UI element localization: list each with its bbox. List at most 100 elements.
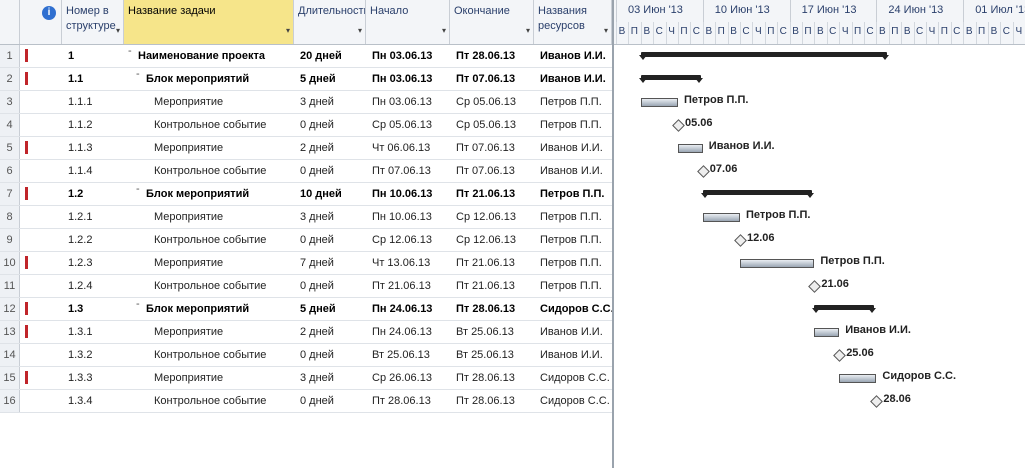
finish-cell[interactable]: Пт 07.06.13 <box>450 68 534 90</box>
res-cell[interactable]: Иванов И.И. <box>534 45 612 67</box>
start-cell[interactable]: Пн 24.06.13 <box>366 321 450 343</box>
milestone-diamond[interactable] <box>833 349 847 362</box>
task-name-cell[interactable]: Контрольное событие <box>124 275 294 297</box>
summary-bar[interactable] <box>638 75 703 83</box>
res-cell[interactable]: Иванов И.И. <box>534 344 612 366</box>
table-row[interactable]: 15 1.3.3 Мероприятие 3 дней Ср 26.06.13 Пт 28… <box>0 367 612 390</box>
dur-cell[interactable]: 0 дней <box>294 229 366 251</box>
res-cell[interactable]: Иванов И.И. <box>534 68 612 90</box>
wbs-cell[interactable]: 1.1.4 <box>62 160 124 182</box>
wbs-cell[interactable]: 1.3.2 <box>62 344 124 366</box>
start-cell[interactable]: Пн 10.06.13 <box>366 206 450 228</box>
row-number[interactable]: 2 <box>0 68 20 90</box>
wbs-cell[interactable]: 1.2.3 <box>62 252 124 274</box>
task-name-cell[interactable]: Мероприятие <box>124 321 294 343</box>
res-cell[interactable]: Петров П.П. <box>534 183 612 205</box>
dur-cell[interactable]: 2 дней <box>294 321 366 343</box>
table-row[interactable]: 16 1.3.4 Контрольное событие 0 дней Пт 28.06… <box>0 390 612 413</box>
dur-cell[interactable]: 5 дней <box>294 298 366 320</box>
res-cell[interactable]: Сидоров С.С. <box>534 367 612 389</box>
table-row[interactable]: 7 1.2 Блок мероприятий -10 дней Пн 10.06.13 П… <box>0 183 612 206</box>
milestone-diamond[interactable] <box>808 280 822 293</box>
start-cell[interactable]: Пн 03.06.13 <box>366 91 450 113</box>
res-cell[interactable]: Петров П.П. <box>534 206 612 228</box>
finish-cell[interactable]: Ср 12.06.13 <box>450 229 534 251</box>
dur-cell[interactable]: 3 дней <box>294 367 366 389</box>
finish-cell[interactable]: Пт 21.06.13 <box>450 252 534 274</box>
task-name-cell[interactable]: Контрольное событие <box>124 114 294 136</box>
wbs-cell[interactable]: 1.2.1 <box>62 206 124 228</box>
wbs-cell[interactable]: 1.1.1 <box>62 91 124 113</box>
start-cell[interactable]: Вт 25.06.13 <box>366 344 450 366</box>
finish-cell[interactable]: Вт 25.06.13 <box>450 321 534 343</box>
task-name-cell[interactable]: Мероприятие <box>124 91 294 113</box>
table-row[interactable]: 5 1.1.3 Мероприятие 2 дней Чт 06.06.13 Пт 07.… <box>0 137 612 160</box>
res-cell[interactable]: Иванов И.И. <box>534 137 612 159</box>
chevron-down-icon[interactable]: ▾ <box>526 23 530 38</box>
column-header-finish[interactable]: Окончание ▾ <box>450 0 534 44</box>
summary-bar[interactable] <box>812 305 877 313</box>
finish-cell[interactable]: Пт 07.06.13 <box>450 160 534 182</box>
row-number[interactable]: 3 <box>0 91 20 113</box>
collapse-icon[interactable]: - <box>128 45 132 57</box>
table-row[interactable]: 6 1.1.4 Контрольное событие 0 дней Пт 07.06.… <box>0 160 612 183</box>
res-cell[interactable]: Сидоров С.С. <box>534 298 612 320</box>
wbs-cell[interactable]: 1.3 <box>62 298 124 320</box>
table-row[interactable]: 9 1.2.2 Контрольное событие 0 дней Ср 12.06.… <box>0 229 612 252</box>
wbs-cell[interactable]: 1.1 <box>62 68 124 90</box>
row-number[interactable]: 4 <box>0 114 20 136</box>
collapse-icon[interactable]: - <box>136 298 140 310</box>
finish-cell[interactable]: Пт 28.06.13 <box>450 298 534 320</box>
row-number[interactable]: 9 <box>0 229 20 251</box>
dur-cell[interactable]: 0 дней <box>294 344 366 366</box>
row-number[interactable]: 14 <box>0 344 20 366</box>
task-bar[interactable] <box>678 144 703 153</box>
task-name-cell[interactable]: Блок мероприятий <box>124 68 294 90</box>
wbs-cell[interactable]: 1.2.2 <box>62 229 124 251</box>
dur-cell[interactable]: 0 дней <box>294 160 366 182</box>
collapse-icon[interactable]: - <box>136 68 140 80</box>
chevron-down-icon[interactable]: ▾ <box>116 23 120 38</box>
dur-cell[interactable]: 3 дней <box>294 91 366 113</box>
task-name-cell[interactable]: Мероприятие <box>124 206 294 228</box>
row-number-header[interactable] <box>0 0 20 44</box>
column-header-wbs[interactable]: Номер в структуре ▾ <box>62 0 124 44</box>
table-row[interactable]: 2 1.1 Блок мероприятий - 5 дней Пн 03.06.13 Пт… <box>0 68 612 91</box>
indicators-header[interactable]: i <box>20 0 62 44</box>
row-number[interactable]: 16 <box>0 390 20 412</box>
finish-cell[interactable]: Ср 05.06.13 <box>450 114 534 136</box>
table-row[interactable]: 11 1.2.4 Контрольное событие 0 дней Пт 21.06… <box>0 275 612 298</box>
task-bar[interactable] <box>640 98 678 107</box>
column-header-duration[interactable]: Длительность ▾ <box>294 0 366 44</box>
row-number[interactable]: 15 <box>0 367 20 389</box>
row-number[interactable]: 6 <box>0 160 20 182</box>
dur-cell[interactable]: 2 дней <box>294 137 366 159</box>
task-bar[interactable] <box>702 213 740 222</box>
finish-cell[interactable]: Пт 21.06.13 <box>450 275 534 297</box>
task-name-cell[interactable]: Блок мероприятий <box>124 298 294 320</box>
start-cell[interactable]: Пт 07.06.13 <box>366 160 450 182</box>
res-cell[interactable]: Иванов И.И. <box>534 321 612 343</box>
wbs-cell[interactable]: 1.3.4 <box>62 390 124 412</box>
summary-bar[interactable] <box>700 190 814 198</box>
dur-cell[interactable]: 0 дней <box>294 390 366 412</box>
start-cell[interactable]: Пн 03.06.13 <box>366 68 450 90</box>
table-row[interactable]: 3 1.1.1 Мероприятие 3 дней Пн 03.06.13 Ср 05.… <box>0 91 612 114</box>
dur-cell[interactable]: 3 дней <box>294 206 366 228</box>
row-number[interactable]: 8 <box>0 206 20 228</box>
task-name-cell[interactable]: Контрольное событие <box>124 229 294 251</box>
task-bar[interactable] <box>814 328 840 337</box>
row-number[interactable]: 11 <box>0 275 20 297</box>
finish-cell[interactable]: Пт 07.06.13 <box>450 137 534 159</box>
table-row[interactable]: 13 1.3.1 Мероприятие 2 дней Пн 24.06.13 Вт 25… <box>0 321 612 344</box>
column-header-resources[interactable]: Названия ресурсов ▾ <box>534 0 612 44</box>
wbs-cell[interactable]: 1.2 <box>62 183 124 205</box>
dur-cell[interactable]: 5 дней <box>294 68 366 90</box>
finish-cell[interactable]: Пт 28.06.13 <box>450 45 534 67</box>
res-cell[interactable]: Петров П.П. <box>534 252 612 274</box>
finish-cell[interactable]: Ср 12.06.13 <box>450 206 534 228</box>
task-name-cell[interactable]: Наименование проекта <box>124 45 294 67</box>
column-header-start[interactable]: Начало ▾ <box>366 0 450 44</box>
chevron-down-icon[interactable]: ▾ <box>442 23 446 38</box>
dur-cell[interactable]: 20 дней <box>294 45 366 67</box>
